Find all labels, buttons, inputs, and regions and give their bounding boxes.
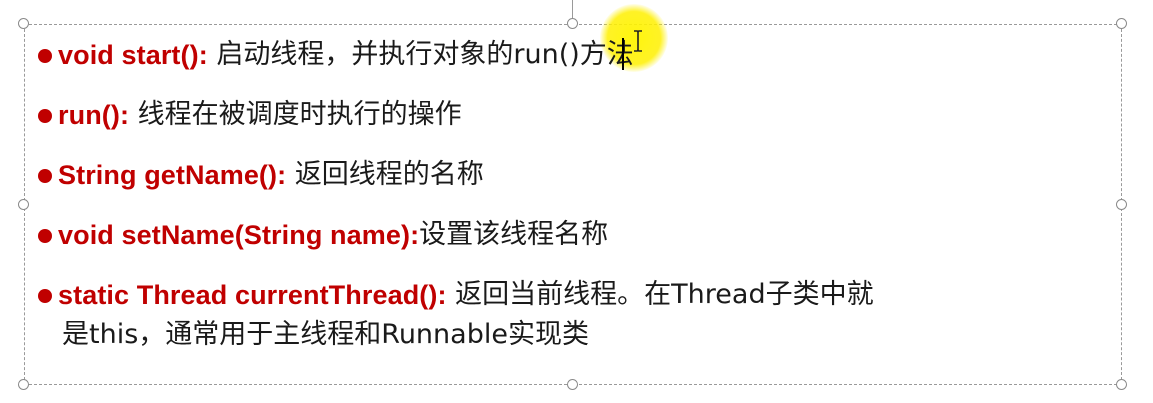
ibeam-cursor-icon xyxy=(634,30,642,52)
resize-handle-middle-left-icon[interactable] xyxy=(18,199,29,210)
method-description: 线程在被调度时执行的操作 xyxy=(137,99,462,130)
resize-handle-bottom-left-icon[interactable] xyxy=(18,379,29,390)
method-signature: run(): xyxy=(58,100,130,130)
resize-handle-top-center-icon[interactable] xyxy=(567,18,578,29)
list-item: void setName(String name): 设置该线程名称 xyxy=(38,220,608,250)
method-signature: void start(): xyxy=(58,40,208,70)
list-item: static Thread currentThread(): 返回当前线程。在T… xyxy=(38,280,874,310)
list-item: run(): 线程在被调度时执行的操作 xyxy=(38,100,462,130)
method-description: 返回线程的名称 xyxy=(294,159,484,190)
bullet-dot-icon xyxy=(38,109,52,123)
resize-handle-middle-right-icon[interactable] xyxy=(1116,199,1127,210)
method-signature: String getName(): xyxy=(58,160,287,190)
resize-handle-bottom-center-icon[interactable] xyxy=(567,379,578,390)
list-item: void start(): 启动线程，并执行对象的run()方法 xyxy=(38,40,634,70)
rotation-handle-line xyxy=(572,0,573,18)
method-description: 返回当前线程。在Thread子类中就 xyxy=(455,279,874,310)
text-caret xyxy=(622,38,624,70)
method-signature: void setName(String name): xyxy=(58,220,420,250)
method-signature: static Thread currentThread(): xyxy=(58,280,447,310)
resize-handle-top-right-icon[interactable] xyxy=(1116,18,1127,29)
method-description: 启动线程，并执行对象的run()方法 xyxy=(216,39,634,70)
bullet-dot-icon xyxy=(38,49,52,63)
bullet-dot-icon xyxy=(38,289,52,303)
bullet-dot-icon xyxy=(38,169,52,183)
bullet-dot-icon xyxy=(38,229,52,243)
resize-handle-top-left-icon[interactable] xyxy=(18,18,29,29)
slide-canvas: void start(): 启动线程，并执行对象的run()方法 run(): … xyxy=(0,0,1153,403)
resize-handle-bottom-right-icon[interactable] xyxy=(1116,379,1127,390)
list-item: String getName(): 返回线程的名称 xyxy=(38,160,484,190)
method-description: 设置该线程名称 xyxy=(419,219,609,250)
method-description-continuation: 是this，通常用于主线程和Runnable实现类 xyxy=(62,319,589,350)
